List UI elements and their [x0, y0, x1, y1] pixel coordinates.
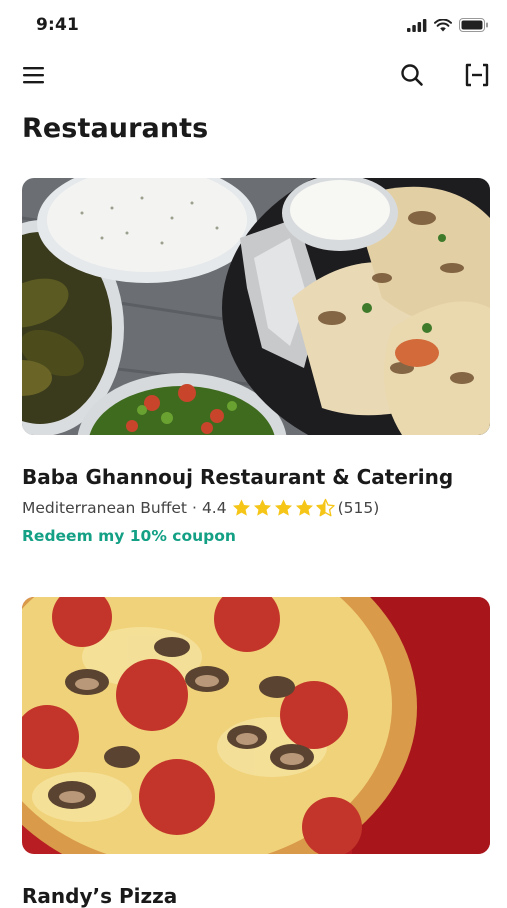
- status-icons: [407, 18, 489, 32]
- search-button[interactable]: [397, 60, 427, 90]
- restaurant-cuisine: Mediterranean Buffet: [22, 499, 187, 517]
- restaurant-name[interactable]: Randy’s Pizza: [22, 884, 177, 908]
- search-icon: [401, 64, 423, 86]
- restaurant-photo[interactable]: [22, 178, 490, 435]
- meta-separator: ·: [192, 499, 197, 517]
- wifi-icon: [434, 18, 452, 31]
- restaurant-meta: Mediterranean Buffet · 4.4 (515): [22, 498, 379, 518]
- restaurant-card[interactable]: Randy’s Pizza: [22, 597, 490, 908]
- restaurant-name[interactable]: Baba Ghannouj Restaurant & Catering: [22, 465, 453, 489]
- rating-value: 4.4: [201, 499, 227, 517]
- rating-stars: [231, 498, 336, 518]
- redeem-coupon-link[interactable]: Redeem my 10% coupon: [22, 527, 236, 545]
- page-title: Restaurants: [22, 113, 209, 144]
- star-icon: [295, 499, 313, 516]
- menu-icon: [23, 67, 44, 84]
- scan-button[interactable]: [462, 60, 492, 90]
- status-time: 9:41: [36, 15, 80, 35]
- restaurant-card[interactable]: Baba Ghannouj Restaurant & Catering Medi…: [22, 178, 490, 545]
- pizza-photo: [22, 597, 490, 854]
- scan-icon: [465, 63, 489, 87]
- mediterranean-food-photo: [22, 178, 490, 435]
- nav-bar: [0, 56, 507, 96]
- status-bar: 9:41: [0, 0, 507, 56]
- restaurant-photo[interactable]: [22, 597, 490, 854]
- star-icon: [274, 499, 292, 516]
- half-star-icon: [315, 498, 335, 517]
- signal-icon: [407, 18, 427, 32]
- battery-icon: [459, 18, 488, 32]
- star-icon: [253, 499, 271, 516]
- menu-button[interactable]: [19, 60, 49, 90]
- review-count: (515): [337, 499, 380, 517]
- star-icon: [232, 499, 250, 516]
